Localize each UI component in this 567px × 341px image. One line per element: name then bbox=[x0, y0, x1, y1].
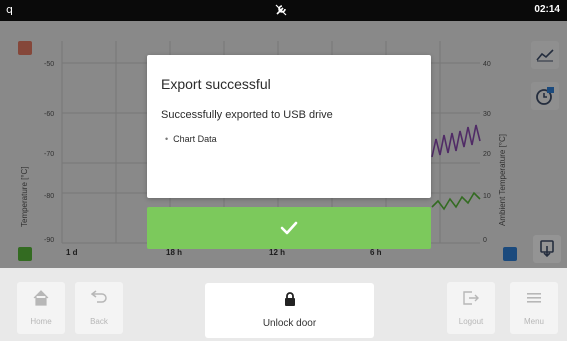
checkmark-icon bbox=[280, 221, 298, 235]
exported-item: • Chart Data bbox=[165, 134, 217, 144]
unlock-door-label: Unlock door bbox=[262, 318, 317, 329]
home-icon bbox=[33, 290, 49, 312]
dialog-title: Export successful bbox=[161, 76, 271, 92]
bottom-nav: Home Back Unlock door Logout Menu bbox=[0, 268, 567, 341]
export-dialog: Export successful Successfully exported … bbox=[147, 55, 431, 198]
home-button[interactable]: Home bbox=[17, 282, 65, 334]
wrench-off-icon bbox=[274, 3, 288, 20]
clock-time: 02:14 bbox=[534, 4, 560, 15]
logout-icon bbox=[462, 290, 480, 312]
dialog-message: Successfully exported to USB drive bbox=[161, 109, 333, 121]
menu-label: Menu bbox=[523, 317, 544, 326]
unlock-door-button[interactable]: Unlock door bbox=[205, 283, 374, 338]
logout-label: Logout bbox=[458, 317, 484, 326]
lock-icon bbox=[284, 292, 296, 312]
bullet-icon: • bbox=[165, 134, 169, 144]
menu-button[interactable]: Menu bbox=[510, 282, 558, 334]
home-label: Home bbox=[30, 317, 52, 326]
status-bar: q 02:14 bbox=[0, 0, 567, 21]
exported-item-label: Chart Data bbox=[173, 134, 217, 144]
confirm-button[interactable] bbox=[147, 207, 431, 249]
logout-button[interactable]: Logout bbox=[447, 282, 495, 334]
back-arrow-icon bbox=[90, 290, 107, 312]
back-button[interactable]: Back bbox=[75, 282, 123, 334]
back-label: Back bbox=[90, 317, 108, 326]
hamburger-menu-icon bbox=[527, 290, 541, 312]
status-glyph: q bbox=[6, 3, 13, 16]
